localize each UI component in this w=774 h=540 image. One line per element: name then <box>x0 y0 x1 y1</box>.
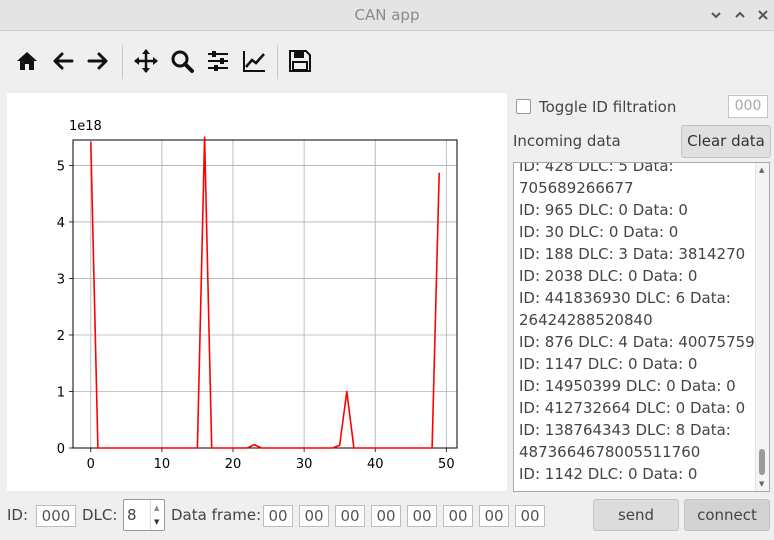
send-button[interactable]: send <box>593 499 679 531</box>
spin-up-icon[interactable]: ▲ <box>154 504 159 512</box>
y-tick-label: 2 <box>57 329 65 344</box>
incoming-data-label: Incoming data <box>513 132 621 150</box>
edit-axes-button[interactable] <box>240 47 268 75</box>
plot-toolbar <box>0 31 774 93</box>
x-tick-label: 40 <box>367 457 384 472</box>
y-tick-label: 4 <box>57 216 65 231</box>
x-tick-label: 30 <box>296 457 313 472</box>
incoming-line: ID: 428 DLC: 5 Data: <box>519 162 674 175</box>
close-button[interactable] <box>752 4 774 26</box>
data-byte-input[interactable]: 00 <box>335 505 365 527</box>
scroll-up-icon[interactable]: ▲ <box>759 166 764 174</box>
zoom-icon <box>171 50 194 73</box>
incoming-line: 26424288520840 <box>519 311 653 329</box>
chevron-down-icon <box>711 12 721 19</box>
clear-data-button[interactable]: Clear data <box>681 125 771 158</box>
incoming-line: ID: 412732664 DLC: 0 Data: 0 <box>519 399 746 417</box>
id-filter-label: Toggle ID filtration <box>539 98 677 116</box>
incoming-line: ID: 188 DLC: 3 Data: 3814270 <box>519 245 746 263</box>
incoming-data-list[interactable]: ID: 428 DLC: 5 Data: 705689266677 ID: 965 … <box>513 162 770 492</box>
y-offset-label: 1e18 <box>69 119 102 134</box>
spin-down-icon[interactable]: ▼ <box>154 518 159 526</box>
plot-canvas[interactable]: 0 10 20 30 40 50 0 1 2 3 4 5 1e18 <box>7 93 507 491</box>
incoming-line: ID: 2038 DLC: 0 Data: 0 <box>519 267 698 285</box>
incoming-lines: ID: 428 DLC: 5 Data: 705689266677 ID: 965 … <box>519 162 770 485</box>
data-byte-input[interactable]: 00 <box>407 505 437 527</box>
scroll-down-icon[interactable]: ▼ <box>759 480 764 488</box>
pan-icon <box>134 49 158 73</box>
data-byte-input[interactable]: 00 <box>443 505 473 527</box>
configure-subplots-button[interactable] <box>204 47 232 75</box>
x-tick-label: 20 <box>225 457 242 472</box>
incoming-line: ID: 30 DLC: 0 Data: 0 <box>519 223 679 241</box>
pan-button[interactable] <box>132 47 160 75</box>
incoming-panel: Toggle ID filtration 000 Incoming data C… <box>508 93 774 493</box>
vertical-scrollbar[interactable]: ▲ ▼ <box>755 163 769 491</box>
incoming-line: ID: 14950399 DLC: 0 Data: 0 <box>519 377 736 395</box>
toolbar-divider <box>277 45 278 79</box>
home-icon <box>17 52 37 70</box>
title-bar: CAN app <box>0 0 774 31</box>
y-tick-label: 1 <box>57 385 65 400</box>
forward-button[interactable] <box>84 47 112 75</box>
chevron-up-icon <box>735 11 745 18</box>
minimize-button[interactable] <box>705 4 727 26</box>
incoming-line: ID: 1142 DLC: 0 Data: 0 <box>519 465 698 483</box>
data-byte-input[interactable]: 00 <box>371 505 401 527</box>
home-button[interactable] <box>13 47 41 75</box>
axes-frame <box>72 139 458 449</box>
y-tick-label: 5 <box>57 159 65 174</box>
forward-arrow-icon <box>87 52 108 70</box>
y-tick-label: 0 <box>57 442 65 457</box>
configure-subplots-icon <box>208 51 228 71</box>
data-byte-input[interactable]: 00 <box>515 505 545 527</box>
save-icon <box>289 50 311 72</box>
sender-row: ID: 000 DLC: 8 ▲ ▼ Data frame: 00 00 00 00 0… <box>0 495 774 540</box>
y-tick-label: 3 <box>57 272 65 287</box>
incoming-line: ID: 138764343 DLC: 8 Data: <box>519 421 731 439</box>
save-figure-button[interactable] <box>286 47 314 75</box>
scrollbar-thumb[interactable] <box>759 449 765 475</box>
data-byte-input[interactable]: 00 <box>479 505 509 527</box>
data-series-line <box>90 136 440 449</box>
close-icon <box>758 10 768 20</box>
incoming-line: ID: 965 DLC: 0 Data: 0 <box>519 201 688 219</box>
incoming-line: 705689266677 <box>519 179 634 197</box>
back-button[interactable] <box>49 47 77 75</box>
maximize-button[interactable] <box>729 4 751 26</box>
zoom-button[interactable] <box>168 47 196 75</box>
incoming-line: ID: 876 DLC: 4 Data: 4007575992 <box>519 333 770 351</box>
x-tick-label: 0 <box>87 457 95 472</box>
incoming-line: ID: 441836930 DLC: 6 Data: <box>519 289 731 307</box>
dlc-value: 8 <box>127 506 137 524</box>
incoming-line: ID: 1147 DLC: 0 Data: 0 <box>519 355 698 373</box>
window-title: CAN app <box>354 6 420 24</box>
x-tick-label: 10 <box>154 457 171 472</box>
dlc-spinbox[interactable]: 8 ▲ ▼ <box>123 499 165 531</box>
line-chart: 0 10 20 30 40 50 0 1 2 3 4 5 1e18 <box>57 119 458 472</box>
id-filter-checkbox[interactable] <box>516 99 531 114</box>
back-arrow-icon <box>53 52 74 70</box>
filter-id-input[interactable]: 000 <box>728 95 768 118</box>
toolbar-divider <box>122 45 123 79</box>
data-byte-input[interactable]: 00 <box>263 505 293 527</box>
id-label: ID: <box>7 506 29 524</box>
incoming-line: 4873664678005511760 <box>519 443 701 461</box>
x-tick-label: 50 <box>438 457 455 472</box>
connect-button[interactable]: connect <box>684 499 770 531</box>
data-byte-input[interactable]: 00 <box>299 505 329 527</box>
dlc-spin-arrows[interactable]: ▲ ▼ <box>150 500 164 530</box>
data-frame-label: Data frame: <box>171 506 262 524</box>
id-input[interactable]: 000 <box>36 505 76 527</box>
dlc-label: DLC: <box>82 506 118 524</box>
edit-axes-icon <box>243 51 265 72</box>
